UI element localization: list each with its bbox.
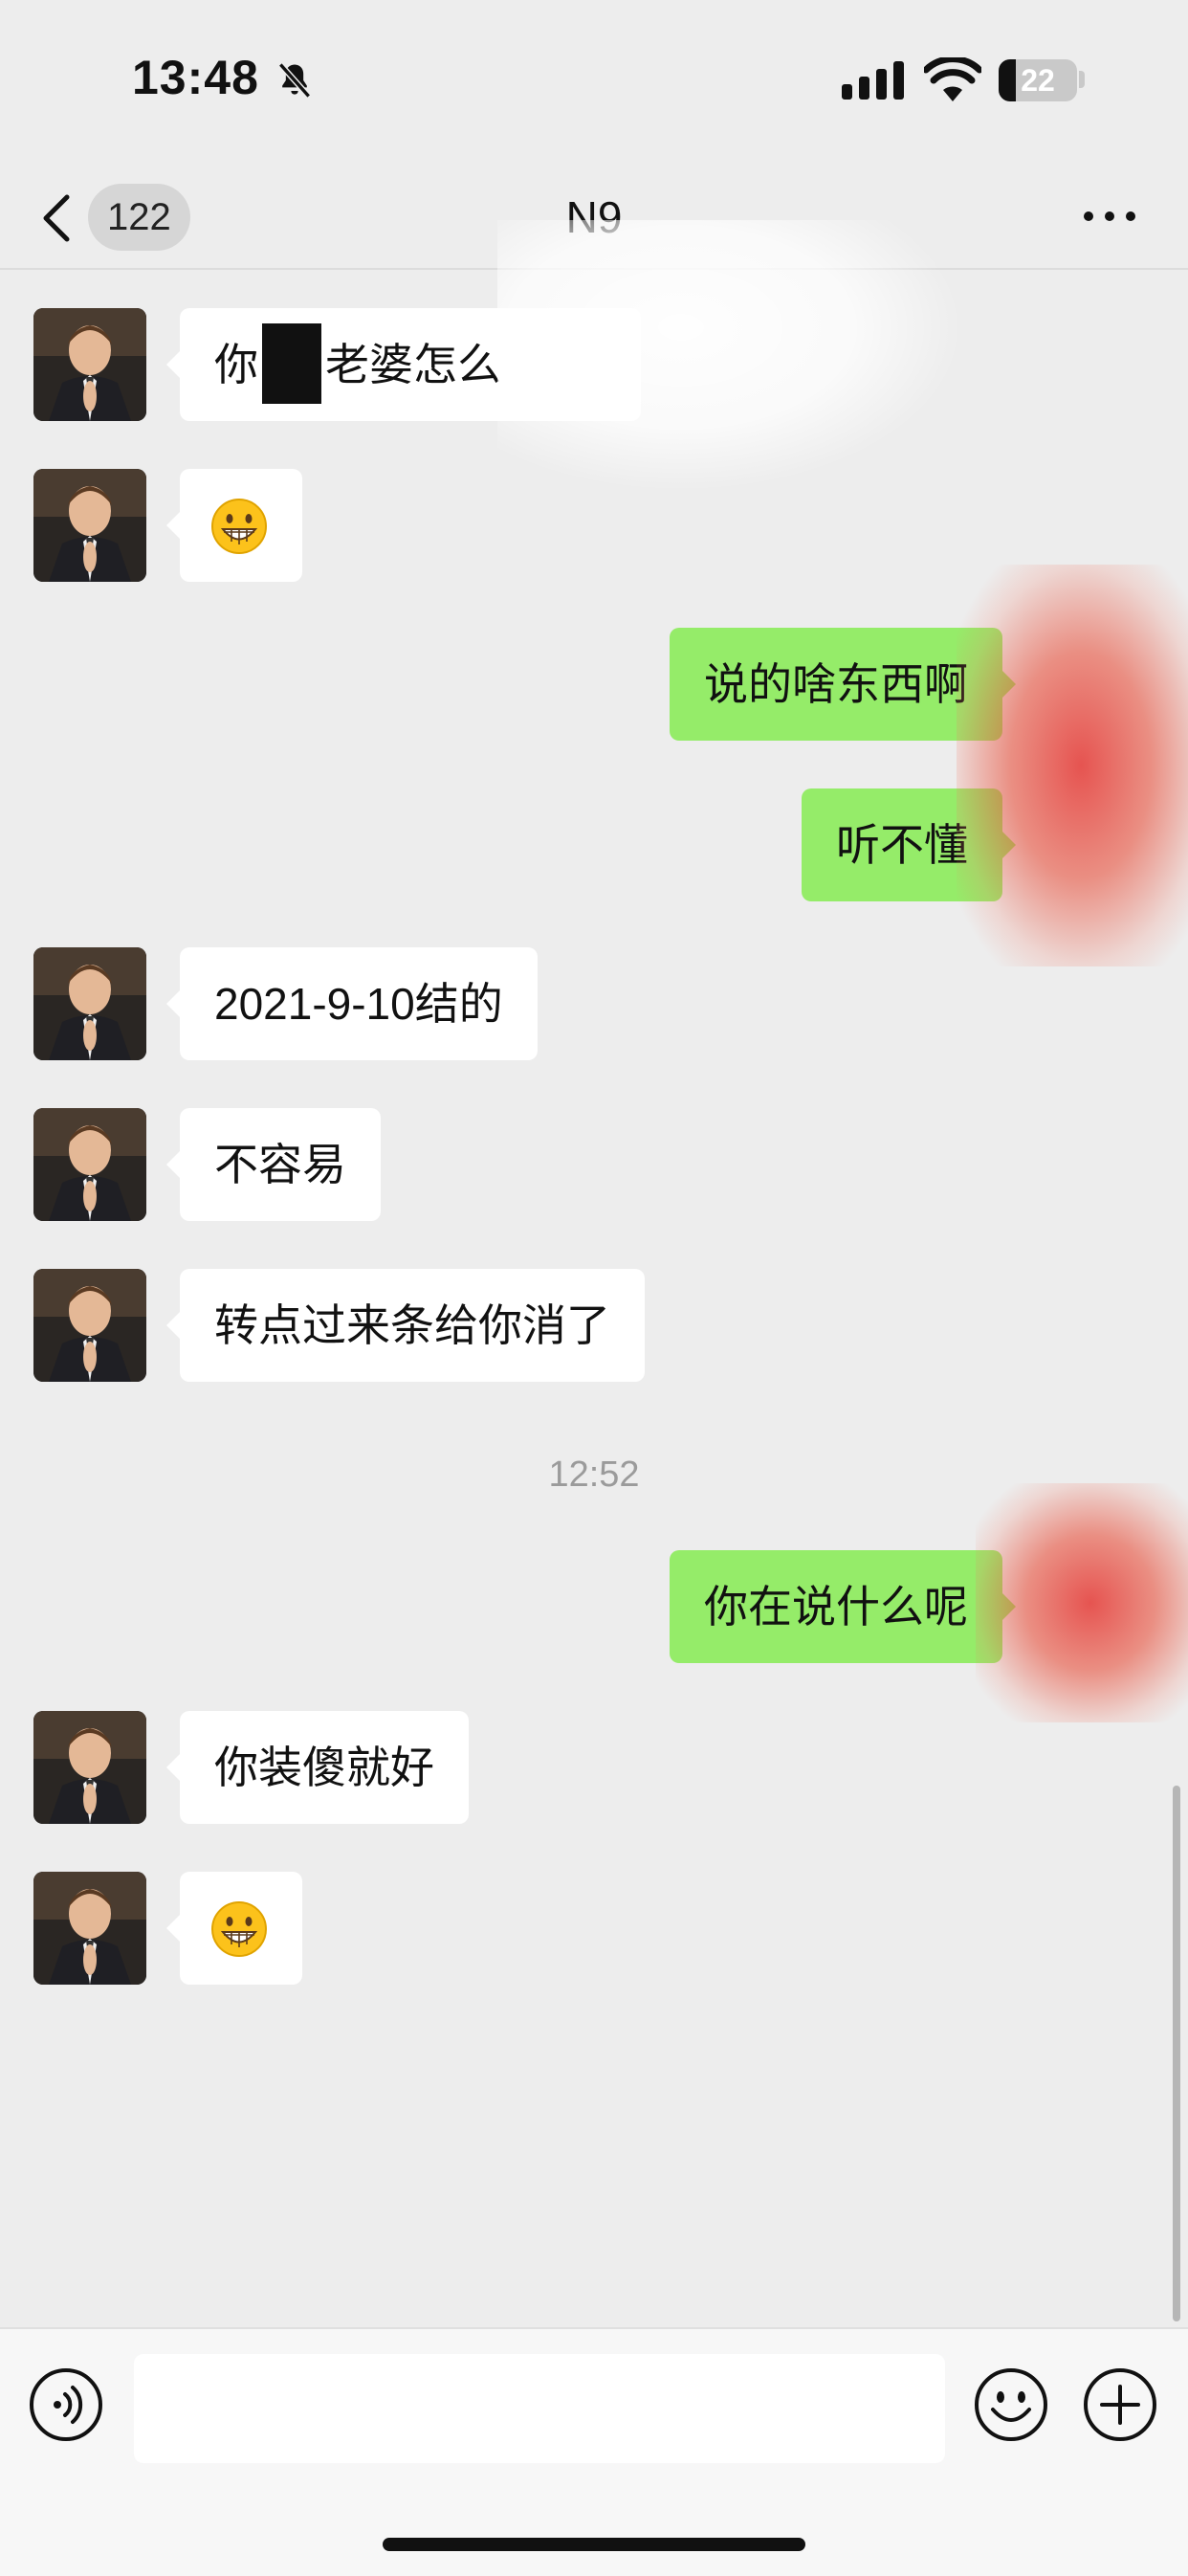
message-text: 2021-9-10结的	[214, 979, 503, 1029]
message-text: 你在说什么呢	[704, 1582, 968, 1632]
message-text: 你装傻就好	[214, 1743, 434, 1792]
avatar-image	[33, 1872, 146, 1985]
redaction-mark	[262, 322, 321, 404]
message-bubble-received[interactable]: 2021-9-10结的	[166, 947, 538, 1060]
message-bubble-sent[interactable]: 你在说什么呢	[670, 1550, 1016, 1663]
voice-icon[interactable]	[29, 2367, 103, 2442]
avatar-image	[33, 308, 146, 421]
message-bubble-sent[interactable]: 说的啥东西啊	[670, 628, 1016, 741]
status-time: 13:48	[132, 51, 259, 104]
grinning-face-icon	[211, 1900, 267, 1957]
avatar[interactable]	[33, 1872, 146, 1985]
message-bubble-received[interactable]: 转点过来条给你消了	[166, 1269, 645, 1382]
message-bubble-received[interactable]: 你 老婆怎么	[166, 308, 641, 421]
chat-nav-bar: 122 N9	[0, 163, 1188, 270]
message-bubble-received[interactable]	[166, 1872, 302, 1985]
avatar[interactable]	[33, 308, 146, 421]
message-bubble-received[interactable]: 你装傻就好	[166, 1711, 469, 1824]
avatar[interactable]	[33, 469, 146, 582]
message-row: 说的啥东西啊	[0, 628, 1188, 741]
message-text: 你	[214, 340, 258, 389]
avatar-image	[33, 947, 146, 1060]
message-row: 你装傻就好	[0, 1711, 1188, 1824]
smiley-icon[interactable]	[974, 2367, 1048, 2442]
message-row: 不容易	[0, 1108, 1188, 1221]
plus-circle-icon[interactable]	[1083, 2367, 1157, 2442]
grinning-face-icon	[211, 498, 267, 554]
red-redaction-scribble	[957, 565, 1188, 966]
avatar-image	[33, 1711, 146, 1824]
message-row: 你 老婆怎么	[0, 308, 1188, 421]
message-row: 2021-9-10结的	[0, 947, 1188, 1060]
message-row	[0, 469, 1188, 582]
message-bubble-received[interactable]: 不容易	[166, 1108, 381, 1221]
home-indicator[interactable]	[383, 2538, 805, 2551]
message-text: 听不懂	[836, 820, 968, 870]
message-bubble-sent[interactable]: 听不懂	[802, 788, 1016, 901]
cellular-signal-icon	[842, 61, 904, 100]
avatar-image	[33, 469, 146, 582]
message-text: 不容易	[214, 1140, 346, 1189]
ellipsis-icon[interactable]	[1081, 205, 1138, 228]
avatar-image	[33, 1269, 146, 1382]
avatar[interactable]	[33, 947, 146, 1060]
message-text: 老婆怎么	[325, 340, 501, 389]
status-bar: 13:48 22	[0, 0, 1188, 163]
message-row: 听不懂	[0, 788, 1188, 901]
chat-title: N9	[565, 192, 623, 242]
message-row: 你在说什么呢	[0, 1550, 1188, 1663]
battery-cap	[1079, 71, 1085, 88]
message-bubble-received[interactable]	[166, 469, 302, 582]
message-input[interactable]	[134, 2354, 945, 2463]
message-text: 说的啥东西啊	[704, 659, 968, 709]
message-row: 转点过来条给你消了	[0, 1269, 1188, 1382]
message-text: 转点过来条给你消了	[214, 1300, 610, 1350]
bell-slash-icon	[278, 62, 311, 99]
avatar[interactable]	[33, 1108, 146, 1221]
battery-icon: 22	[999, 59, 1077, 101]
scrollbar-thumb[interactable]	[1173, 1786, 1180, 2321]
battery-percent: 22	[1021, 63, 1055, 98]
message-timestamp: 12:52	[548, 1455, 640, 1495]
avatar[interactable]	[33, 1269, 146, 1382]
wifi-icon	[924, 57, 981, 101]
message-row	[0, 1872, 1188, 1985]
avatar-image	[33, 1108, 146, 1221]
avatar[interactable]	[33, 1711, 146, 1824]
